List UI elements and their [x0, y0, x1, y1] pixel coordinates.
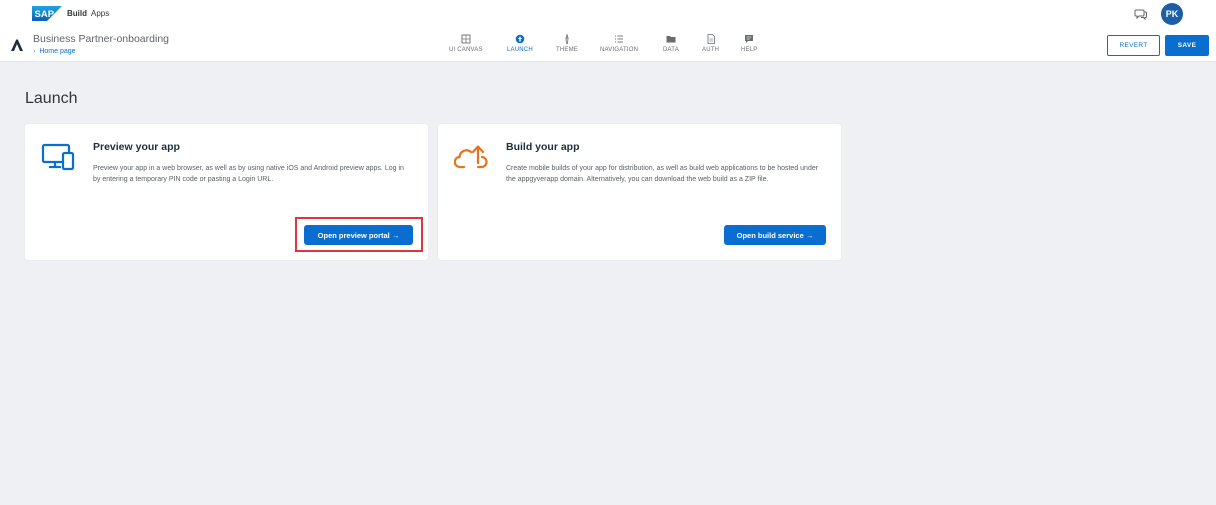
card-title: Build your app	[506, 141, 580, 153]
tab-theme[interactable]: THEME	[556, 34, 578, 60]
shell-title: Build Apps	[67, 9, 109, 18]
editor-tabs: UI CANVAS LAUNCH THEME NAVIGATION DATA A…	[0, 29, 1216, 62]
tab-label: NAVIGATION	[600, 47, 639, 53]
launch-icon	[515, 34, 525, 44]
folder-icon	[666, 36, 676, 43]
product-name: Build	[67, 9, 87, 18]
card-description: Create mobile builds of your app for dis…	[506, 165, 819, 183]
sap-logo[interactable]: SAP	[32, 6, 62, 21]
revert-button[interactable]: REVERT	[1107, 35, 1160, 56]
open-preview-portal-button[interactable]: Open preview portal →	[304, 225, 413, 245]
tab-label: HELP	[741, 47, 758, 53]
brush-icon	[565, 34, 569, 44]
tab-navigation[interactable]: NAVIGATION	[600, 34, 638, 60]
list-icon	[615, 35, 624, 43]
open-build-service-button[interactable]: Open build service →	[724, 225, 826, 245]
sap-logo-text: SAP	[35, 9, 55, 20]
tab-label: AUTH	[702, 47, 720, 53]
card-description: Preview your app in a web browser, as we…	[93, 165, 404, 183]
section-name: Apps	[91, 9, 110, 18]
tab-auth[interactable]: AUTH	[702, 34, 719, 60]
tab-ui-canvas[interactable]: UI CANVAS	[449, 34, 483, 60]
canvas-icon	[461, 34, 471, 44]
tab-label: LAUNCH	[507, 47, 533, 53]
tab-help[interactable]: HELP	[741, 34, 757, 60]
feedback-icon[interactable]	[1134, 7, 1148, 21]
document-icon	[707, 34, 715, 44]
build-app-card: Build your app Create mobile builds of y…	[438, 124, 841, 260]
card-title: Preview your app	[93, 141, 180, 153]
page-title: Launch	[25, 90, 78, 107]
tab-data[interactable]: DATA	[663, 34, 679, 60]
tab-label: DATA	[663, 47, 679, 53]
app-toolbar: Business Partner-onboarding › Home page U…	[0, 29, 1216, 62]
tab-launch[interactable]: LAUNCH	[507, 34, 533, 60]
chat-icon	[745, 35, 754, 43]
cloud-upload-icon	[454, 145, 488, 169]
user-avatar[interactable]: PK	[1161, 3, 1183, 25]
preview-app-card: Preview your app Preview your app in a w…	[25, 124, 428, 260]
tab-label: THEME	[556, 47, 578, 53]
shell-bar: SAP Build Apps PK	[0, 0, 1216, 29]
tab-label: UI CANVAS	[449, 47, 483, 53]
save-button[interactable]: SAVE	[1165, 35, 1209, 56]
devices-icon	[41, 143, 75, 171]
